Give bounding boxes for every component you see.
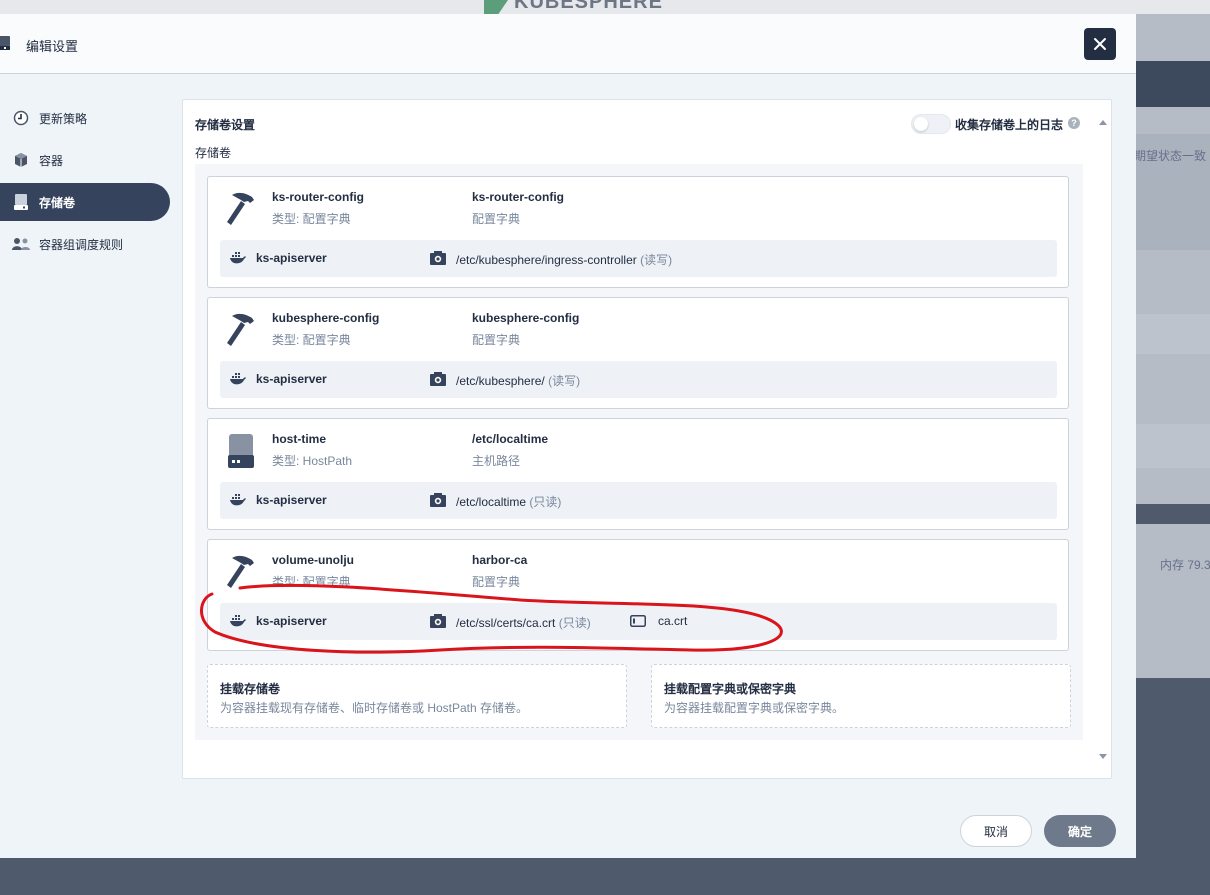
help-icon[interactable]: ?: [1068, 117, 1080, 129]
mount-path: /etc/kubesphere/ingress-controller (读写): [456, 251, 672, 268]
kubesphere-logo-icon: [484, 0, 508, 14]
sidebar-item-scheduling[interactable]: 容器组调度规则: [0, 225, 170, 263]
mount-path-icon: [430, 372, 446, 386]
close-button[interactable]: [1084, 28, 1116, 60]
container-name: ks-apiserver: [256, 614, 327, 628]
mount-path-text: /etc/kubesphere/ingress-controller: [456, 253, 637, 267]
settings-drive-icon: [0, 36, 10, 50]
docker-icon: [230, 615, 246, 627]
volume-card[interactable]: kubesphere-config 类型: 配置字典 kubesphere-co…: [207, 297, 1069, 409]
mount-path-text: /etc/localtime: [456, 495, 527, 509]
mount-volume-desc: 为容器挂载现有存储卷、临时存储卷或 HostPath 存储卷。: [220, 701, 529, 715]
container-name: ks-apiserver: [256, 372, 327, 386]
volume-card[interactable]: ks-router-config 类型: 配置字典 ks-router-conf…: [207, 176, 1069, 288]
background-memory-text: 内存 79.3: [1160, 558, 1210, 572]
volume-card[interactable]: host-time 类型: HostPath /etc/localtime 主机…: [207, 418, 1069, 530]
docker-icon: [230, 494, 246, 506]
mount-config-title: 挂载配置字典或保密字典: [664, 682, 797, 696]
storage-settings-panel: 存储卷设置 收集存储卷上的日志 ? 存储卷 ks-router-config 类…: [182, 99, 1112, 779]
modal-footer: 取消 确定: [0, 803, 1136, 858]
background-text: 期望状态一致: [1134, 149, 1207, 163]
hammer-icon: [227, 313, 254, 346]
hammer-icon: [227, 192, 254, 225]
sidebar-item-label: 容器: [39, 153, 64, 168]
sidebar-item-label: 存储卷: [39, 195, 76, 210]
key-file-icon: [630, 615, 646, 627]
ok-button[interactable]: 确定: [1044, 815, 1116, 847]
edit-settings-modal: 编辑设置 更新策略 容器 存储卷 容器组调度规则 存储卷设置 收集存储卷上的日志…: [0, 14, 1136, 858]
mount-key: ca.crt: [658, 614, 688, 628]
container-name: ks-apiserver: [256, 493, 327, 507]
sidebar-item-container[interactable]: 容器: [0, 141, 170, 179]
volume-card[interactable]: volume-unolju 类型: 配置字典 harbor-ca 配置字典 ks…: [207, 539, 1069, 651]
volume-source: ks-router-config: [472, 190, 565, 204]
volume-source-type: 主机路径: [472, 454, 521, 468]
volume-source: harbor-ca: [472, 553, 528, 567]
modal-title: 编辑设置: [26, 39, 79, 54]
volume-type: 类型: HostPath: [272, 454, 353, 468]
volume-source-type: 配置字典: [472, 575, 521, 589]
collect-logs-label: 收集存储卷上的日志: [955, 118, 1064, 132]
mount-path: /etc/kubesphere/ (读写): [456, 372, 580, 389]
mount-mode: (读写): [548, 374, 581, 388]
mount-path-icon: [430, 251, 446, 265]
background-logo: KUBESPHERE: [484, 0, 663, 14]
hammer-icon: [227, 555, 254, 588]
mount-mode: (读写): [640, 253, 673, 267]
settings-sidebar: 更新策略 容器 存储卷 容器组调度规则: [0, 75, 182, 805]
close-icon: [1094, 38, 1106, 50]
update-strategy-icon: [12, 109, 30, 127]
scheduling-icon: [12, 235, 30, 253]
volume-source-type: 配置字典: [472, 212, 521, 226]
volume-source: /etc/localtime: [472, 432, 549, 446]
volume-source-type: 配置字典: [472, 333, 521, 347]
mount-row: ks-apiserver /etc/kubesphere/ (读写): [220, 361, 1057, 398]
volumes-subtitle: 存储卷: [195, 146, 232, 160]
section-title: 存储卷设置: [195, 118, 256, 132]
volume-name: ks-router-config: [272, 190, 365, 204]
mount-path: /etc/ssl/certs/ca.crt (只读): [456, 614, 591, 631]
background-overlay: [1136, 678, 1210, 895]
scrollbar[interactable]: [1096, 114, 1110, 764]
docker-icon: [230, 252, 246, 264]
sidebar-item-label: 更新策略: [39, 111, 88, 126]
volume-type: 类型: 配置字典: [272, 575, 351, 589]
volume-name: host-time: [272, 432, 326, 446]
cancel-button[interactable]: 取消: [960, 815, 1032, 847]
modal-header: 编辑设置: [0, 14, 1136, 74]
mount-row: ks-apiserver /etc/ssl/certs/ca.crt (只读) …: [220, 603, 1057, 640]
mount-row: ks-apiserver /etc/localtime (只读): [220, 482, 1057, 519]
mount-volume-title: 挂载存储卷: [220, 682, 281, 696]
scroll-up-icon[interactable]: [1099, 120, 1107, 125]
volume-type: 类型: 配置字典: [272, 333, 351, 347]
volume-source: kubesphere-config: [472, 311, 580, 325]
volume-name: kubesphere-config: [272, 311, 380, 325]
mount-mode: (只读): [558, 616, 591, 630]
container-icon: [12, 151, 30, 169]
docker-icon: [230, 373, 246, 385]
container-name: ks-apiserver: [256, 251, 327, 265]
volume-icon: [12, 193, 30, 211]
sidebar-item-volumes[interactable]: 存储卷: [0, 183, 170, 221]
disk-icon: [228, 434, 254, 468]
mount-volume-button[interactable]: 挂载存储卷 为容器挂载现有存储卷、临时存储卷或 HostPath 存储卷。: [207, 664, 627, 728]
mount-path-text: /etc/ssl/certs/ca.crt: [456, 616, 556, 630]
mount-mode: (只读): [529, 495, 562, 509]
mount-path-icon: [430, 614, 446, 628]
logo-text: KUBESPHERE: [514, 0, 663, 13]
scroll-down-icon[interactable]: [1099, 754, 1107, 759]
mount-config-button[interactable]: 挂载配置字典或保密字典 为容器挂载配置字典或保密字典。: [651, 664, 1071, 728]
mount-path-text: /etc/kubesphere/: [456, 374, 545, 388]
mount-row: ks-apiserver /etc/kubesphere/ingress-con…: [220, 240, 1057, 277]
volume-type: 类型: 配置字典: [272, 212, 351, 226]
mount-path: /etc/localtime (只读): [456, 493, 561, 510]
volume-name: volume-unolju: [272, 553, 354, 567]
collect-logs-toggle[interactable]: [911, 114, 951, 134]
volume-list: ks-router-config 类型: 配置字典 ks-router-conf…: [195, 164, 1083, 740]
background-page-right: 期望状态一致 内存 79.3: [1134, 14, 1210, 678]
mount-config-desc: 为容器挂载配置字典或保密字典。: [664, 701, 845, 715]
mount-path-icon: [430, 493, 446, 507]
sidebar-item-update-strategy[interactable]: 更新策略: [0, 99, 170, 137]
sidebar-item-label: 容器组调度规则: [39, 237, 124, 252]
